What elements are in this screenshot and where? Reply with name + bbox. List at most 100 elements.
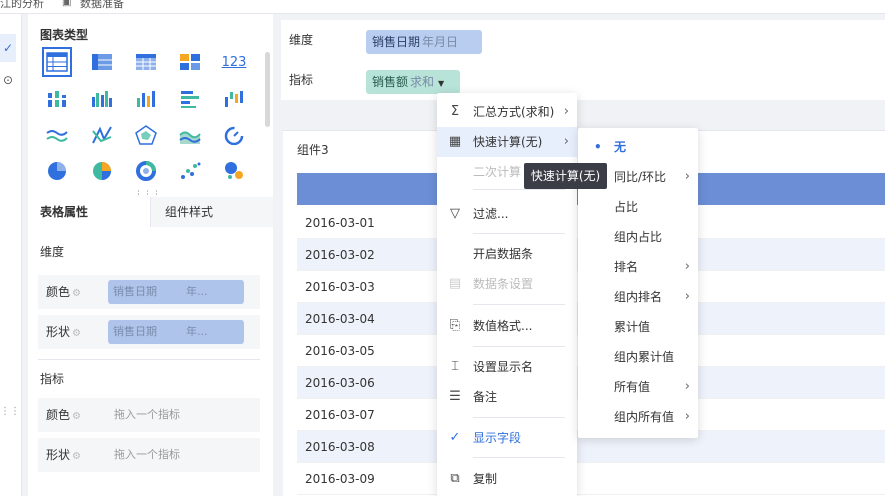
radar-chart-icon[interactable] [131,120,161,150]
submenu-item-ratio[interactable]: 占比 [578,192,698,222]
mea-shape-label: 形状 ⚙ [46,448,81,462]
mea-color-label: 颜色 ⚙ [46,408,81,422]
dimension-bar-label: 维度 [289,33,314,47]
tab-table-props[interactable]: 表格属性 [28,197,150,227]
stacked-bar-icon[interactable] [42,84,72,114]
tab-widget-style[interactable]: 组件样式 [150,197,273,227]
submenu-item-all-values[interactable]: 所有值 › [578,372,698,402]
selected-dot-icon: • [594,140,602,154]
grouped-bar-icon[interactable] [87,84,117,114]
data-prep-icon[interactable]: ▣ [62,0,71,8]
measure-field-chip[interactable]: 销售额 求和 ▼ [366,70,460,94]
dimension-field-chip[interactable]: 销售日期 年月日 [366,30,482,54]
dimension-color-row: 颜色 ⚙ 销售日期 年... [38,275,260,309]
menu-divider [473,417,565,418]
radar-line-icon[interactable] [87,120,117,150]
submenu-item-group-ratio[interactable]: 组内占比 [578,222,698,252]
top-bar: 江的分析 ▣ 数据准备 [0,0,885,14]
chart-types-title: 图表类型 [40,28,89,42]
menu-item-show-field[interactable]: ✓ 显示字段 [437,423,577,453]
waterfall-icon[interactable] [219,84,249,114]
scatter-chart-icon[interactable] [175,156,205,186]
chevron-right-icon: › [563,134,569,149]
caret-down-icon[interactable]: ▼ [438,79,444,88]
menu-item-databar-settings[interactable]: ▤ 数据条设置 [437,269,577,299]
area-chart-icon[interactable] [175,120,205,150]
config-panel: 图表类型 123 ⋮⋮⋮ 表格属性 组件样式 维度 颜色 ⚙ 销售日期 年...… [28,14,273,496]
submenu-item-group-cumulative[interactable]: 组内累计值 [578,342,698,372]
detail-table-icon[interactable] [131,47,161,77]
measure-shape-drop[interactable]: 拖入一个指标 [114,438,180,472]
menu-item-remark[interactable]: ☰ 备注 [437,382,577,412]
menu-item-filter[interactable]: ▽ 过滤... [437,199,577,229]
table-chart-icon[interactable] [42,47,72,77]
dimension-section-title: 维度 [40,245,65,259]
chevron-right-icon: › [684,409,690,424]
dim-color-chip[interactable]: 销售日期 年... [108,280,244,304]
kpi-card-icon[interactable] [175,47,205,77]
analysis-title: 江的分析 [0,0,44,10]
menu-item-enable-databar[interactable]: 开启数据条 [437,239,577,269]
gauge-icon[interactable] [219,120,249,150]
measure-bar: 指标 销售额 求和 ▼ [281,60,885,100]
calculator-icon: ▦ [448,134,462,149]
chart-types-scrollbar[interactable] [265,52,270,127]
more-icon[interactable]: ⊙ [0,70,16,90]
chevron-right-icon: › [684,259,690,274]
chevron-right-icon: › [684,289,690,304]
measure-color-drop[interactable]: 拖入一个指标 [114,398,180,432]
submenu-item-none[interactable]: • 无 [578,132,698,162]
menu-item-quick-calc[interactable]: ▦ 快速计算(无) › [437,127,577,157]
pie-chart-icon[interactable] [42,156,72,186]
submenu-item-cumulative[interactable]: 累计值 [578,312,698,342]
table-row: 2016-03-09 [297,463,885,495]
column-chart-icon[interactable] [131,84,161,114]
donut-chart-icon[interactable] [131,156,161,186]
filter-icon: ▽ [450,206,460,221]
horizontal-bar-icon[interactable] [175,84,205,114]
menu-divider [473,346,565,347]
submenu-item-group-all-values[interactable]: 组内所有值 › [578,402,698,432]
chevron-right-icon: › [684,379,690,394]
multi-pie-icon[interactable] [87,156,117,186]
menu-item-aggregate[interactable]: Σ 汇总方式(求和) › [437,97,577,127]
check-icon[interactable]: ✓ [0,34,16,62]
section-divider [38,359,260,360]
menu-divider [473,304,565,305]
dim-shape-label: 形状 ⚙ [46,325,81,339]
menu-item-copy[interactable]: ⧉ 复制 [437,464,577,494]
data-prep-link[interactable]: 数据准备 [80,0,124,9]
measure-context-menu: Σ 汇总方式(求和) › ▦ 快速计算(无) › 二次计算 ▽ 过滤... 开启… [437,93,577,496]
quick-calc-tooltip: 快速计算(无) [524,163,607,189]
dim-shape-chip[interactable]: 销售日期 年... [108,320,244,344]
bubble-chart-icon[interactable] [219,156,249,186]
copy-icon: ⧉ [450,471,460,486]
submenu-item-rank[interactable]: 排名 › [578,252,698,282]
measure-shape-row: 形状 ⚙ 拖入一个指标 [38,438,260,472]
measure-section-title: 指标 [40,372,65,386]
dimension-shape-row: 形状 ⚙ 销售日期 年... [38,315,260,349]
drag-handle-icon[interactable]: ⋮⋮ [0,402,20,422]
menu-item-number-format[interactable]: ⎘ 数值格式... [437,311,577,341]
number-format-icon: ⎘ [449,318,461,333]
rename-icon: ⌶ [451,359,459,374]
left-strip: ✓ ⊙ ⋮⋮ [0,14,22,496]
cross-table-icon[interactable] [87,47,117,77]
gear-icon[interactable]: ⚙ [72,411,81,422]
check-icon: ✓ [449,430,461,445]
measure-bar-label: 指标 [289,73,314,87]
dim-color-label: 颜色 ⚙ [46,285,81,299]
submenu-item-group-rank[interactable]: 组内排名 › [578,282,698,312]
menu-item-display-name[interactable]: ⌶ 设置显示名 [437,352,577,382]
menu-divider [473,233,565,234]
gear-icon[interactable]: ⚙ [72,451,81,462]
measure-color-row: 颜色 ⚙ 拖入一个指标 [38,398,260,432]
chevron-right-icon: › [563,104,569,119]
sigma-icon: Σ [450,104,460,119]
gear-icon[interactable]: ⚙ [72,328,81,339]
gear-icon[interactable]: ⚙ [72,288,81,299]
number-123-icon[interactable]: 123 [219,47,249,77]
chevron-right-icon: › [684,169,690,184]
line-chart-icon[interactable] [42,120,72,150]
databar-icon: ▤ [448,276,462,291]
